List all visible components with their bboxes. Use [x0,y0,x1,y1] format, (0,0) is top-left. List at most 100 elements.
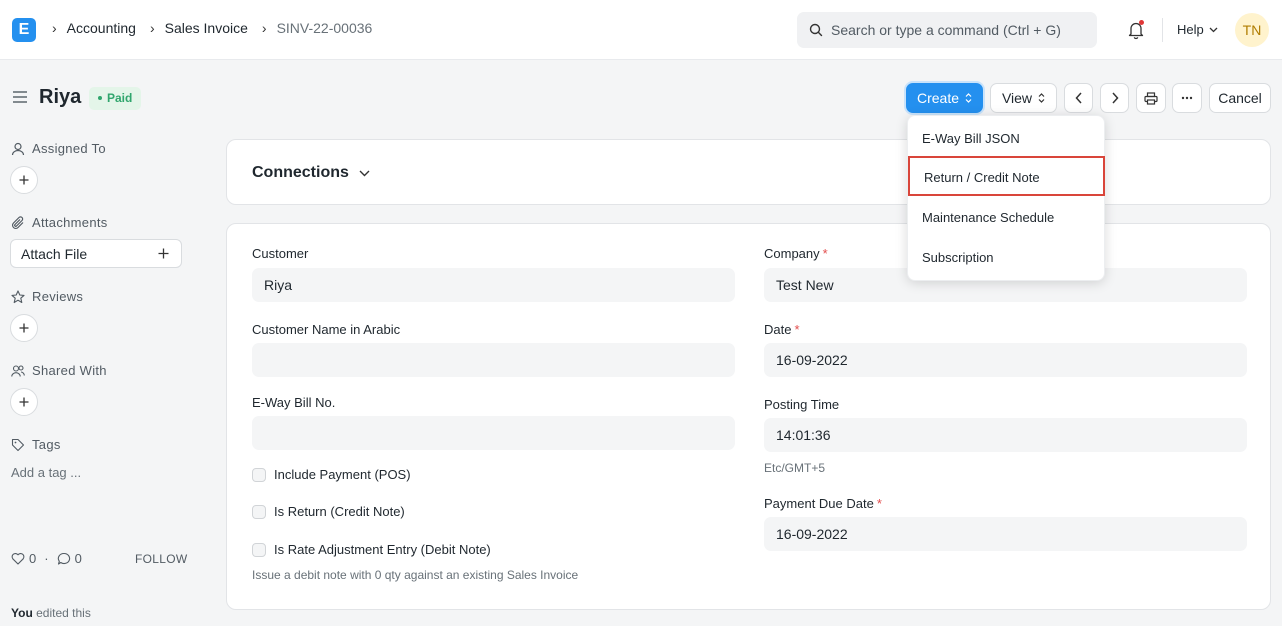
help-dropdown[interactable]: Help [1177,22,1218,37]
payment-due-label-text: Payment Due Date [764,496,874,511]
chevron-right-icon: › [261,20,267,36]
checkbox-box[interactable] [252,504,266,519]
add-review-button[interactable] [10,314,38,342]
cancel-button[interactable]: Cancel [1209,83,1271,113]
more-horizontal-icon [1181,96,1193,100]
timezone-hint: Etc/GMT+5 [764,461,826,475]
menu-item-eway-bill-json[interactable]: E-Way Bill JSON [908,121,1106,157]
search-placeholder: Search or type a command (Ctrl + G) [831,22,1061,38]
create-button[interactable]: Create [906,83,983,113]
assigned-to-text: Assigned To [32,141,106,156]
create-button-label: Create [916,90,960,106]
breadcrumb-current-doc[interactable]: SINV-22-00036 [277,20,373,36]
previous-doc-button[interactable] [1064,83,1093,113]
menu-item-return-credit-note[interactable]: Return / Credit Note [908,156,1105,196]
payment-due-date-field[interactable]: 16-09-2022 [764,517,1247,551]
activity-edited: You edited this [11,606,91,620]
is-return-text: Is Return (Credit Note) [274,504,405,519]
company-label-text: Company [764,246,820,261]
breadcrumb: › Accounting › Sales Invoice › SINV-22-0… [48,20,382,36]
comment-count: 0 [74,551,82,566]
add-tag-input[interactable]: Add a tag ... [11,465,81,480]
invoice-form-card: Customer Riya Customer Name in Arabic E-… [226,223,1271,610]
customer-field[interactable]: Riya [252,268,735,302]
posting-time-field[interactable]: 14:01:36 [764,418,1247,452]
comment-icon[interactable] [57,552,71,566]
plus-icon [19,397,29,407]
menu-item-subscription[interactable]: Subscription [908,240,1106,276]
date-label: Date * [764,322,800,337]
is-return-checkbox[interactable]: Is Return (Credit Note) [252,504,405,519]
reviews-text: Reviews [32,289,84,304]
is-rate-adjustment-text: Is Rate Adjustment Entry (Debit Note) [274,542,491,557]
tag-icon [11,438,25,451]
sidebar-toggle-icon[interactable] [12,90,28,104]
chevron-updown-icon [1038,93,1045,103]
status-badge: Paid [89,87,142,110]
connections-card: Connections [226,139,1271,205]
user-icon [11,142,25,155]
breadcrumb-accounting[interactable]: Accounting [67,20,136,36]
printer-icon [1144,91,1158,105]
top-navbar: E › Accounting › Sales Invoice › SINV-22… [0,0,1282,60]
is-rate-adjustment-checkbox[interactable]: Is Rate Adjustment Entry (Debit Note) [252,542,491,557]
app-logo[interactable]: E [12,18,36,42]
shared-with-text: Shared With [32,363,107,378]
tags-label: Tags [11,437,61,452]
required-mark: * [822,246,828,261]
edited-text: edited this [32,606,91,620]
user-avatar[interactable]: TN [1235,13,1269,47]
like-count: 0 [29,551,37,566]
print-button[interactable] [1136,83,1166,113]
attachments-text: Attachments [32,215,108,230]
chevron-right-icon [1111,92,1119,104]
include-payment-checkbox[interactable]: Include Payment (POS) [252,467,411,482]
users-icon [11,364,25,377]
payment-due-date-label: Payment Due Date * [764,496,882,511]
connections-toggle[interactable]: Connections [252,164,370,182]
heart-icon[interactable] [11,552,25,565]
dot-separator: · [44,551,49,566]
next-doc-button[interactable] [1100,83,1129,113]
breadcrumb-sales-invoice[interactable]: Sales Invoice [165,20,248,36]
plus-icon [19,323,29,333]
help-label: Help [1177,22,1204,37]
customer-name-arabic-field[interactable] [252,343,735,377]
page-title: Riya [39,86,82,108]
reviews-label: Reviews [11,289,83,304]
include-payment-text: Include Payment (POS) [274,467,411,482]
chevron-down-icon [1209,27,1218,32]
star-icon [11,289,25,303]
navbar-divider [1162,18,1163,42]
view-button[interactable]: View [990,83,1057,113]
posting-time-label: Posting Time [764,397,840,412]
eway-bill-label: E-Way Bill No. [252,395,336,410]
required-mark: * [876,496,882,511]
checkbox-box[interactable] [252,542,266,557]
date-field[interactable]: 16-09-2022 [764,343,1247,377]
add-share-button[interactable] [10,388,38,416]
date-label-text: Date [764,322,792,337]
view-button-label: View [1001,90,1033,106]
chevron-updown-icon [965,93,972,103]
connections-title: Connections [252,164,349,181]
eway-bill-field[interactable] [252,416,735,450]
menu-item-maintenance-schedule[interactable]: Maintenance Schedule [908,200,1106,236]
chevron-down-icon [359,170,370,176]
more-actions-button[interactable] [1172,83,1202,113]
follow-button[interactable]: FOLLOW [135,552,187,566]
rate-adjustment-description: Issue a debit note with 0 qty against an… [252,568,579,582]
paperclip-icon [11,215,24,229]
chevron-right-icon: › [52,20,57,36]
chevron-left-icon [1074,92,1082,104]
search-bar[interactable]: Search or type a command (Ctrl + G) [797,12,1097,48]
chevron-right-icon: › [149,20,155,36]
required-mark: * [794,322,800,337]
assigned-to-label: Assigned To [11,141,106,156]
add-assignee-button[interactable] [10,166,38,194]
edited-user: You [11,606,33,620]
attach-file-button[interactable]: Attach File [10,239,182,268]
checkbox-box[interactable] [252,467,266,482]
plus-icon [19,175,29,185]
notification-dot [1139,20,1144,25]
